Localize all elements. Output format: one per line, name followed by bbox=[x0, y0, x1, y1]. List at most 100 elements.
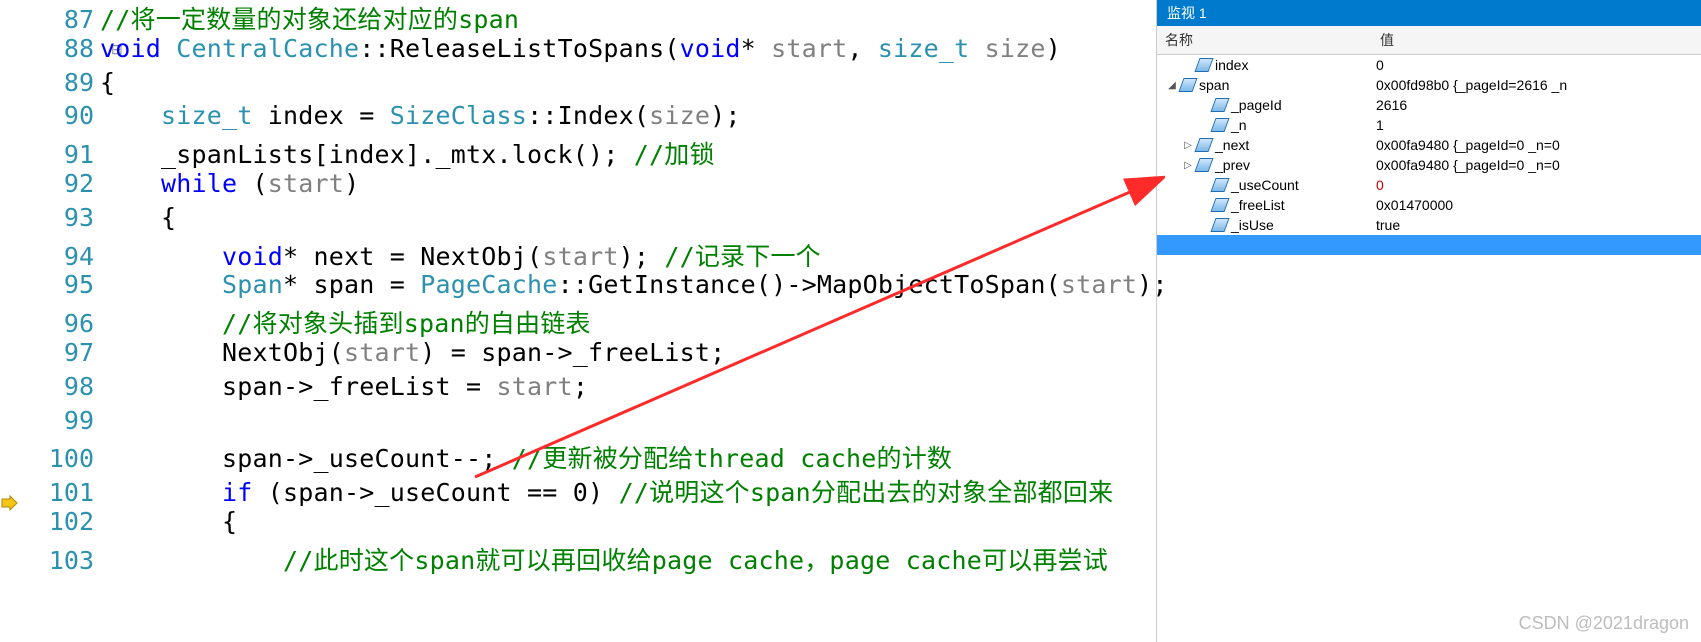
line-number: 94 bbox=[32, 242, 100, 271]
code-line[interactable]: 95 Span* span = PageCache::GetInstance()… bbox=[32, 270, 1168, 304]
watch-var-value: 0x00fd98b0 {_pageId=2616 _n bbox=[1376, 77, 1701, 93]
code-line[interactable]: 98 span->_freeList = start; bbox=[32, 372, 1168, 406]
code-text[interactable]: void* next = NextObj(start); //记录下一个 bbox=[100, 237, 821, 273]
watch-row[interactable]: _n1 bbox=[1157, 115, 1701, 135]
code-text[interactable]: //将对象头插到span的自由链表 bbox=[100, 304, 591, 340]
watch-row[interactable]: _pageId 2616 bbox=[1157, 95, 1701, 115]
watch-var-value: 0 bbox=[1376, 57, 1701, 73]
watch-name-cell[interactable]: _isUse bbox=[1161, 217, 1376, 233]
expand-icon[interactable]: ▷ bbox=[1183, 160, 1193, 171]
line-number: 93 bbox=[32, 203, 100, 232]
line-number: 92 bbox=[32, 169, 100, 198]
watch-header-value[interactable]: 值 bbox=[1372, 26, 1701, 54]
code-line[interactable]: 91 _spanLists[index]._mtx.lock(); //加锁 bbox=[32, 135, 1168, 169]
watch-row[interactable]: ◢ span 0x00fd98b0 {_pageId=2616 _n bbox=[1157, 75, 1701, 95]
code-line[interactable]: 89{ bbox=[32, 68, 1168, 102]
line-number: 102 bbox=[32, 507, 100, 536]
watch-row[interactable]: ▷ _next 0x00fa9480 {_pageId=0 _n=0 bbox=[1157, 135, 1701, 155]
variable-icon bbox=[1213, 178, 1227, 192]
code-line[interactable]: 99 bbox=[32, 406, 1168, 440]
watch-var-name: span bbox=[1199, 77, 1229, 93]
line-number: 101 bbox=[32, 478, 100, 507]
watch-row[interactable]: _freeList 0x01470000 bbox=[1157, 195, 1701, 215]
line-number: 91 bbox=[32, 140, 100, 169]
code-text[interactable]: NextObj(start) = span->_freeList; bbox=[100, 338, 725, 367]
code-text[interactable]: //此时这个span就可以再回收给page cache，page cache可以… bbox=[100, 541, 1108, 577]
watch-row[interactable]: index0 bbox=[1157, 55, 1701, 75]
watch-header: 名称 值 bbox=[1157, 26, 1701, 55]
watch-row[interactable]: _isUse true bbox=[1157, 215, 1701, 235]
code-line[interactable]: 102 { bbox=[32, 507, 1168, 541]
code-line[interactable]: 100 span->_useCount--; //更新被分配给thread ca… bbox=[32, 439, 1168, 473]
watch-var-value: 0x00fa9480 {_pageId=0 _n=0 bbox=[1376, 157, 1701, 173]
code-text[interactable]: if (span->_useCount == 0) //说明这个span分配出去… bbox=[100, 473, 1113, 509]
watch-name-cell[interactable]: ▷ _prev bbox=[1161, 157, 1376, 173]
line-number: 96 bbox=[32, 309, 100, 338]
code-editor[interactable]: ⊟ 87//将一定数量的对象还给对应的span88void CentralCac… bbox=[0, 0, 1156, 642]
watch-row[interactable]: ▷ _prev 0x00fa9480 {_pageId=0 _n=0 bbox=[1157, 155, 1701, 175]
watch-name-cell[interactable]: _pageId bbox=[1161, 97, 1376, 113]
watch-name-cell[interactable]: ◢ span bbox=[1161, 77, 1376, 93]
line-number: 90 bbox=[32, 101, 100, 130]
code-text[interactable]: size_t index = SizeClass::Index(size); bbox=[100, 101, 741, 130]
variable-icon bbox=[1213, 118, 1227, 132]
line-number: 88 bbox=[32, 34, 100, 63]
watch-var-name: _pageId bbox=[1231, 97, 1282, 113]
variable-icon bbox=[1213, 198, 1227, 212]
watch-name-cell[interactable]: _useCount bbox=[1161, 177, 1376, 193]
watch-var-name: _isUse bbox=[1231, 217, 1274, 233]
watch-var-name: _useCount bbox=[1231, 177, 1299, 193]
watch-name-cell[interactable]: ▷ _next bbox=[1161, 137, 1376, 153]
watch-var-name: _prev bbox=[1215, 157, 1250, 173]
code-text[interactable]: span->_freeList = start; bbox=[100, 372, 588, 401]
code-text[interactable]: Span* span = PageCache::GetInstance()->M… bbox=[100, 270, 1168, 299]
code-line[interactable]: 93 { bbox=[32, 203, 1168, 237]
code-text[interactable]: { bbox=[100, 507, 237, 536]
expand-icon[interactable]: ▷ bbox=[1183, 140, 1193, 151]
code-text[interactable]: { bbox=[100, 203, 176, 232]
line-number: 95 bbox=[32, 270, 100, 299]
execution-pointer-icon bbox=[0, 490, 24, 512]
watch-name-cell[interactable]: _freeList bbox=[1161, 197, 1376, 213]
code-text[interactable]: //将一定数量的对象还给对应的span bbox=[100, 0, 519, 36]
line-number: 87 bbox=[32, 5, 100, 34]
watermark-text: CSDN @2021dragon bbox=[1519, 613, 1689, 634]
code-line[interactable]: 88void CentralCache::ReleaseListToSpans(… bbox=[32, 34, 1168, 68]
line-number: 100 bbox=[32, 444, 100, 473]
watch-var-value: 0 bbox=[1376, 177, 1701, 193]
expand-icon[interactable]: ◢ bbox=[1167, 80, 1177, 91]
code-text[interactable]: span->_useCount--; //更新被分配给thread cache的… bbox=[100, 439, 952, 475]
watch-name-cell[interactable]: _n bbox=[1161, 117, 1376, 133]
code-line[interactable]: 101 if (span->_useCount == 0) //说明这个span… bbox=[32, 473, 1168, 507]
code-line[interactable]: 94 void* next = NextObj(start); //记录下一个 bbox=[32, 237, 1168, 271]
line-number: 89 bbox=[32, 68, 100, 97]
watch-var-name: _next bbox=[1215, 137, 1249, 153]
watch-header-name[interactable]: 名称 bbox=[1157, 26, 1372, 54]
code-text[interactable]: while (start) bbox=[100, 169, 359, 198]
code-line[interactable]: 96 //将对象头插到span的自由链表 bbox=[32, 304, 1168, 338]
line-number: 103 bbox=[32, 546, 100, 575]
variable-icon bbox=[1197, 158, 1211, 172]
watch-title: 监视 1 bbox=[1157, 0, 1701, 26]
watch-var-value: true bbox=[1376, 217, 1701, 233]
code-line[interactable]: 97 NextObj(start) = span->_freeList; bbox=[32, 338, 1168, 372]
code-line[interactable]: 90 size_t index = SizeClass::Index(size)… bbox=[32, 101, 1168, 135]
watch-row[interactable] bbox=[1157, 235, 1701, 255]
variable-icon bbox=[1213, 218, 1227, 232]
variable-icon bbox=[1197, 58, 1211, 72]
code-text[interactable]: void CentralCache::ReleaseListToSpans(vo… bbox=[100, 34, 1061, 63]
code-text[interactable]: _spanLists[index]._mtx.lock(); //加锁 bbox=[100, 135, 715, 171]
watch-var-value: 2616 bbox=[1376, 97, 1701, 113]
watch-row[interactable]: _useCount 0 bbox=[1157, 175, 1701, 195]
watch-panel[interactable]: 监视 1 名称 值 index0◢span0x00fd98b0 {_pageId… bbox=[1156, 0, 1701, 642]
code-line[interactable]: 103 //此时这个span就可以再回收给page cache，page cac… bbox=[32, 541, 1168, 575]
watch-name-cell[interactable]: index bbox=[1161, 57, 1376, 73]
code-line[interactable]: 92 while (start) bbox=[32, 169, 1168, 203]
code-line[interactable]: 87//将一定数量的对象还给对应的span bbox=[32, 0, 1168, 34]
watch-var-value: 0x00fa9480 {_pageId=0 _n=0 bbox=[1376, 137, 1701, 153]
code-text[interactable]: { bbox=[100, 68, 115, 97]
variable-icon bbox=[1181, 78, 1195, 92]
watch-var-name: _freeList bbox=[1231, 197, 1285, 213]
watch-var-value: 0x01470000 bbox=[1376, 197, 1701, 213]
variable-icon bbox=[1197, 138, 1211, 152]
